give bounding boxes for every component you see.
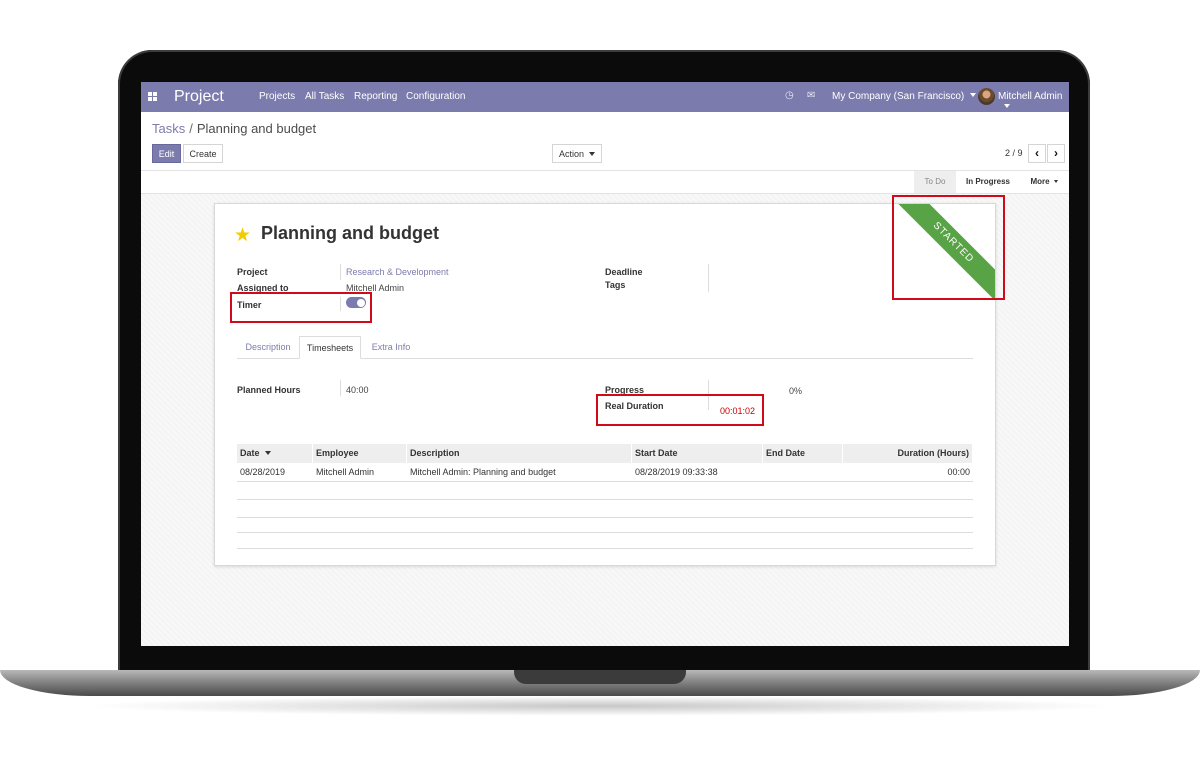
pager-previous-button[interactable]: ‹ (1028, 144, 1046, 163)
task-title: Planning and budget (261, 223, 439, 243)
project-link[interactable]: Research & Development (346, 267, 449, 277)
stage-more-label: More (1030, 177, 1050, 186)
column-header-start-date[interactable]: Start Date (632, 444, 763, 463)
duration-highlight-box (596, 394, 764, 426)
company-name: My Company (San Francisco) (832, 91, 965, 102)
laptop-shadow (80, 696, 1120, 716)
ribbon-highlight-box (892, 195, 1005, 300)
sort-desc-icon (264, 451, 271, 455)
company-switcher[interactable]: My Company (San Francisco) (832, 91, 977, 102)
pager-next-button[interactable]: › (1047, 144, 1065, 163)
chevron-down-icon (1004, 104, 1010, 108)
user-name: Mitchell Admin (998, 91, 1063, 102)
tags-label: Tags (605, 280, 626, 290)
row-divider (237, 517, 973, 518)
column-header-date-label: Date (240, 448, 260, 458)
cell-description: Mitchell Admin: Planning and budget (410, 467, 556, 477)
breadcrumb: Tasks / Planning and budget (152, 121, 316, 136)
row-divider (237, 532, 973, 533)
action-label: Action (558, 149, 584, 159)
project-label: Project (237, 267, 268, 277)
laptop-screen: Project Projects All Tasks Reporting Con… (141, 82, 1069, 646)
deadline-label: Deadline (605, 267, 643, 277)
tab-description[interactable]: Description (237, 336, 299, 358)
status-bar: To Do In Progress More (141, 170, 1069, 194)
menu-all-tasks[interactable]: All Tasks (305, 91, 344, 102)
cell-employee: Mitchell Admin (316, 467, 375, 477)
clock-icon[interactable]: ◷ (785, 90, 794, 101)
column-header-end-date[interactable]: End Date (763, 444, 843, 463)
field-divider (340, 264, 341, 280)
stage-in-progress[interactable]: In Progress (958, 171, 1018, 193)
column-header-employee[interactable]: Employee (313, 444, 407, 463)
column-header-duration[interactable]: Duration (Hours) (843, 444, 973, 463)
edit-button[interactable]: Edit (152, 144, 181, 163)
action-dropdown[interactable]: Action (552, 144, 602, 163)
planned-hours-label: Planned Hours (237, 385, 301, 395)
tab-extra-info[interactable]: Extra Info (363, 336, 419, 358)
chevron-down-icon (589, 152, 595, 156)
planned-hours-value[interactable]: 40:00 (346, 385, 369, 395)
timer-highlight-box (230, 292, 372, 323)
row-divider (237, 499, 973, 500)
progress-value: 0% (789, 386, 803, 396)
user-menu[interactable]: Mitchell Admin (998, 91, 1069, 113)
apps-grid-icon[interactable] (148, 92, 157, 101)
avatar[interactable] (978, 88, 995, 105)
cell-start-date: 08/28/2019 09:33:38 (635, 467, 718, 477)
top-navbar: Project Projects All Tasks Reporting Con… (141, 82, 1069, 112)
control-panel: Tasks / Planning and budget Edit Create Ac… (141, 112, 1069, 170)
breadcrumb-separator: / (189, 121, 193, 136)
priority-star-icon[interactable]: ★ (234, 224, 251, 247)
notebook-tabs: Description Timesheets Extra Info (237, 336, 973, 359)
cell-end-date (763, 464, 769, 481)
stage-more-dropdown[interactable]: More (1022, 171, 1066, 193)
task-form-sheet: STARTED ★ Planning and budget Project Re… (214, 203, 996, 566)
app-name[interactable]: Project (174, 88, 224, 106)
laptop-notch (514, 670, 686, 684)
row-divider (237, 481, 973, 482)
chat-icon[interactable]: ✉ (807, 90, 815, 101)
menu-configuration[interactable]: Configuration (406, 91, 465, 102)
field-divider (708, 264, 709, 292)
chevron-down-icon (970, 93, 977, 97)
menu-reporting[interactable]: Reporting (354, 91, 397, 102)
pager-value[interactable]: 2 / 9 (1005, 148, 1023, 158)
column-header-description[interactable]: Description (407, 444, 632, 463)
tab-timesheets[interactable]: Timesheets (299, 336, 361, 359)
chevron-down-icon (1053, 180, 1058, 183)
breadcrumb-tasks-link[interactable]: Tasks (152, 121, 185, 136)
cell-date: 08/28/2019 (240, 467, 286, 477)
create-button[interactable]: Create (183, 144, 223, 163)
stage-todo[interactable]: To Do (914, 171, 956, 193)
cell-duration: 00:00 (947, 467, 970, 477)
field-divider (340, 380, 341, 396)
column-header-date[interactable]: Date (237, 444, 313, 463)
row-divider (237, 548, 973, 549)
breadcrumb-current: Planning and budget (196, 121, 317, 136)
menu-projects[interactable]: Projects (259, 91, 295, 102)
